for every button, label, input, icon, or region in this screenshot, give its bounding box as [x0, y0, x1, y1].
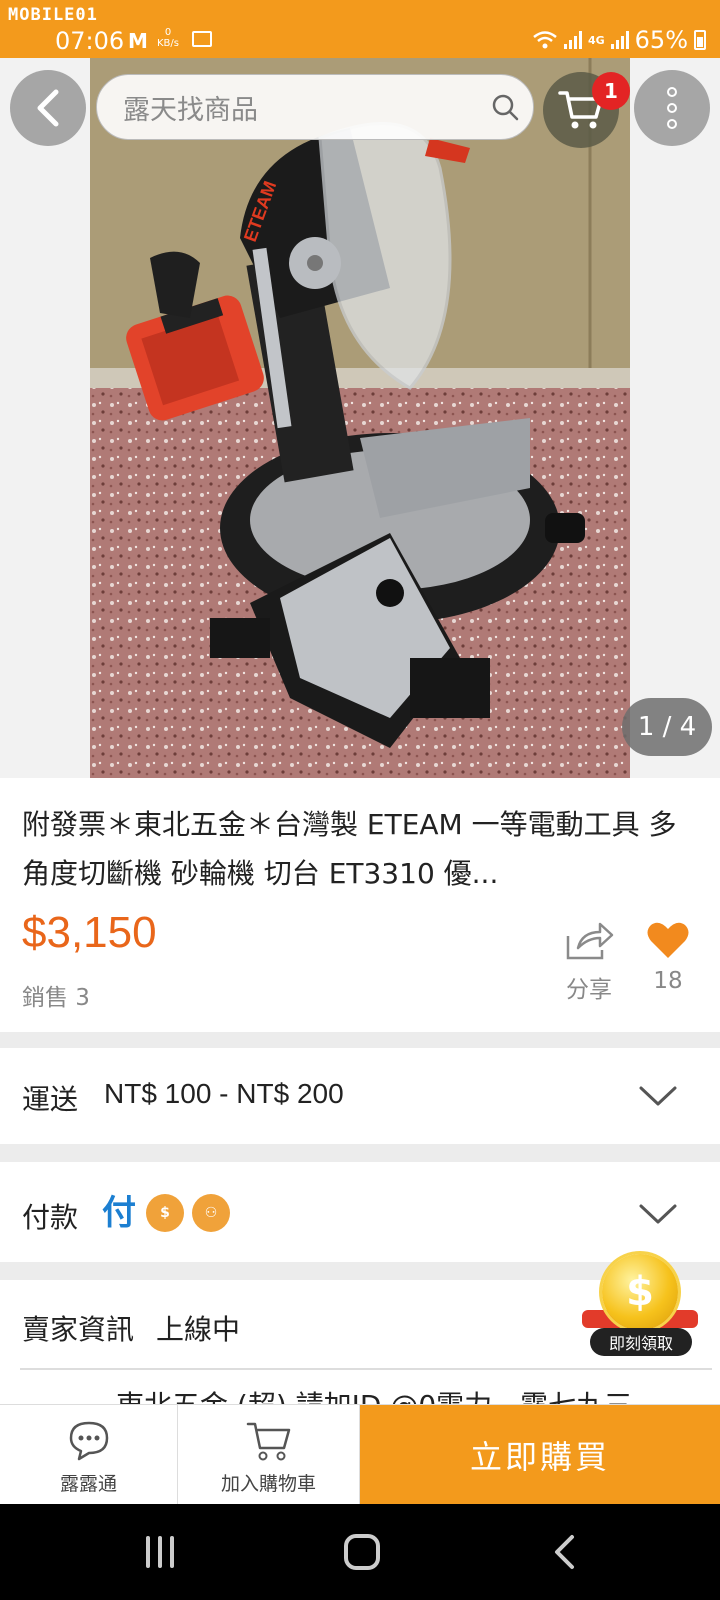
chevron-down-icon: [639, 1086, 677, 1106]
home-button[interactable]: [344, 1534, 380, 1570]
network-speed-unit: KB/s: [157, 38, 179, 49]
more-dot: [667, 103, 677, 113]
status-brand: MOBILE01: [8, 5, 98, 25]
heart-icon: [647, 922, 689, 958]
fu-pay-icon: 付: [102, 1193, 136, 1233]
cash-pay-icon: $: [146, 1194, 184, 1232]
share-icon: [566, 922, 614, 960]
mail-icon: M: [128, 29, 148, 53]
image-icon: [192, 31, 212, 47]
product-info: 附發票＊東北五金＊台灣製 ETEAM 一等電動工具 多角度切斷機 砂輪機 切台 …: [0, 778, 720, 1032]
coupon-label: 即刻領取: [590, 1328, 692, 1356]
cart-count-badge: 1: [592, 72, 630, 110]
network-type: 4G: [587, 33, 605, 47]
divider: [20, 1368, 712, 1370]
back-button[interactable]: [10, 70, 86, 146]
product-photo[interactable]: ETEAM: [90, 58, 630, 778]
share-label: 分享: [566, 977, 612, 1003]
signal-icon-2: [610, 31, 629, 49]
chat-bubble-icon: [69, 1421, 108, 1461]
signal-icon: [563, 31, 582, 49]
shipping-row[interactable]: 運送 NT$ 100 - NT$ 200: [0, 1048, 720, 1144]
system-nav-bar: [0, 1504, 720, 1600]
coupon-claim-button[interactable]: $ 即刻領取: [582, 1248, 698, 1360]
product-title: 附發票＊東北五金＊台灣製 ETEAM 一等電動工具 多角度切斷機 砂輪機 切台 …: [22, 808, 677, 890]
seller-online-status: 上線中: [156, 1313, 241, 1346]
like-button[interactable]: 18: [640, 920, 696, 994]
message-label: 露露通: [59, 1473, 117, 1495]
search-input[interactable]: 露天找商品: [96, 74, 534, 140]
more-dot: [667, 119, 677, 129]
meetup-pay-icon: ⚇: [192, 1194, 230, 1232]
battery-percent: 65%: [634, 26, 688, 54]
shipping-label: 運送: [22, 1083, 79, 1116]
payment-row[interactable]: 付款 付 $ ⚇: [0, 1162, 720, 1262]
search-placeholder: 露天找商品: [123, 94, 258, 126]
status-bar: MOBILE01 07:06 M 0 KB/s 4G 65%: [0, 0, 720, 58]
bottom-action-bar: 露露通 加入購物車 立即購買: [0, 1404, 720, 1505]
battery-icon: [694, 30, 706, 50]
network-speed: 0 KB/s: [157, 27, 179, 49]
chevron-down-icon: [639, 1204, 677, 1224]
product-price: $3,150: [22, 908, 157, 957]
status-right: 4G 65%: [532, 26, 706, 54]
gallery-page-indicator: 1 / 4: [622, 698, 712, 756]
message-button[interactable]: 露露通: [0, 1405, 178, 1505]
shipping-value: NT$ 100 - NT$ 200: [104, 1078, 344, 1109]
payment-methods: 付 $ ⚇: [100, 1194, 230, 1232]
sold-count: 銷售 3: [22, 985, 90, 1011]
network-speed-value: 0: [164, 27, 172, 38]
chevron-left-icon: [37, 89, 59, 127]
cart-icon: [246, 1422, 290, 1461]
nav-back-icon[interactable]: [552, 1534, 576, 1570]
search-icon[interactable]: [477, 87, 533, 127]
status-time: 07:06: [55, 27, 125, 55]
payment-label: 付款: [22, 1201, 79, 1234]
recent-apps-button[interactable]: [146, 1536, 174, 1568]
seller-label: 賣家資訊: [22, 1313, 135, 1346]
coin-icon: $: [602, 1254, 678, 1330]
product-gallery[interactable]: ETEAM 露天找商品 1 1 / 4: [0, 58, 720, 778]
buy-now-button[interactable]: 立即購買: [360, 1405, 720, 1505]
wifi-icon: [533, 31, 557, 49]
add-to-cart-label: 加入購物車: [220, 1473, 316, 1495]
miter-saw-image: ETEAM: [90, 58, 630, 778]
more-options-button[interactable]: [634, 70, 710, 146]
more-dot: [667, 87, 677, 97]
like-count: 18: [653, 968, 683, 994]
share-button[interactable]: 分享: [560, 920, 618, 1004]
add-to-cart-button[interactable]: 加入購物車: [178, 1405, 360, 1505]
